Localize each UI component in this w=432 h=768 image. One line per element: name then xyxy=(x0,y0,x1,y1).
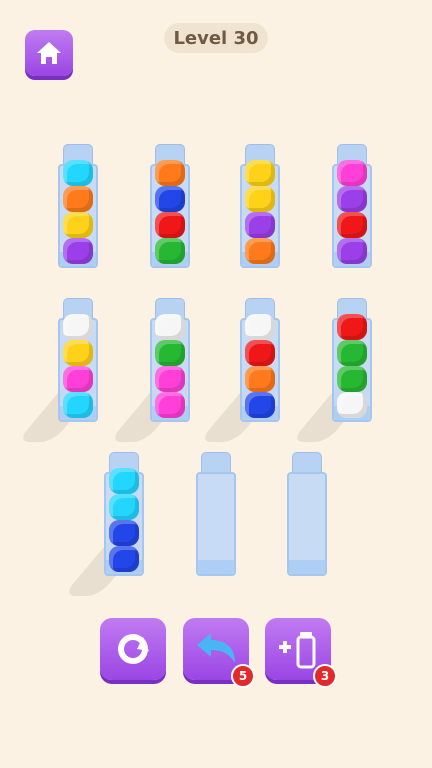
add-tube-count-badge: 3 xyxy=(313,664,337,688)
ball-magenta xyxy=(337,160,367,186)
undo-button[interactable]: 5 xyxy=(183,618,255,688)
ball-white xyxy=(337,392,367,418)
ball-red xyxy=(337,212,367,238)
tube-8[interactable] xyxy=(332,298,372,422)
ball-cyan xyxy=(63,392,93,418)
add-tube-icon xyxy=(279,632,316,669)
ball-magenta xyxy=(155,392,185,418)
tube-11[interactable] xyxy=(287,452,327,576)
restart-icon xyxy=(118,634,149,664)
ball-white xyxy=(245,314,275,340)
ball-cyan xyxy=(109,468,139,494)
tube-10[interactable] xyxy=(196,452,236,576)
ball-cyan xyxy=(63,160,93,186)
undo-arrow-icon xyxy=(197,633,235,663)
ball-white xyxy=(155,314,185,340)
ball-orange xyxy=(245,238,275,264)
home-button[interactable] xyxy=(25,30,73,76)
ball-orange xyxy=(245,366,275,392)
tube-1[interactable] xyxy=(58,144,98,268)
ball-green xyxy=(155,340,185,366)
ball-magenta xyxy=(155,366,185,392)
ball-cyan xyxy=(109,494,139,520)
ball-green xyxy=(337,366,367,392)
ball-orange xyxy=(63,186,93,212)
tube-9[interactable] xyxy=(104,452,144,576)
home-icon xyxy=(37,42,61,64)
ball-green xyxy=(337,340,367,366)
tube-cap xyxy=(292,452,322,474)
add-tube-button[interactable]: 3 xyxy=(265,618,337,688)
undo-count-badge: 5 xyxy=(231,664,255,688)
ball-magenta xyxy=(63,366,93,392)
ball-blue xyxy=(155,186,185,212)
ball-purple xyxy=(337,186,367,212)
tube-2[interactable] xyxy=(150,144,190,268)
tube-base xyxy=(198,560,234,574)
ball-purple xyxy=(337,238,367,264)
ball-white xyxy=(63,314,93,340)
ball-blue xyxy=(245,392,275,418)
tube-4[interactable] xyxy=(332,144,372,268)
tube-3[interactable] xyxy=(240,144,280,268)
ball-yellow xyxy=(245,160,275,186)
ball-purple xyxy=(63,238,93,264)
ball-yellow xyxy=(63,212,93,238)
level-indicator: Level 30 xyxy=(164,23,268,53)
tube-5[interactable] xyxy=(58,298,98,422)
ball-blue xyxy=(109,520,139,546)
ball-red xyxy=(337,314,367,340)
ball-red xyxy=(155,212,185,238)
ball-red xyxy=(245,340,275,366)
ball-yellow xyxy=(245,186,275,212)
ball-yellow xyxy=(63,340,93,366)
restart-button[interactable] xyxy=(100,618,166,680)
tube-7[interactable] xyxy=(240,298,280,422)
ball-green xyxy=(155,238,185,264)
tube-cap xyxy=(201,452,231,474)
ball-blue xyxy=(109,546,139,572)
tube-6[interactable] xyxy=(150,298,190,422)
ball-orange xyxy=(155,160,185,186)
tube-base xyxy=(289,560,325,574)
ball-purple xyxy=(245,212,275,238)
